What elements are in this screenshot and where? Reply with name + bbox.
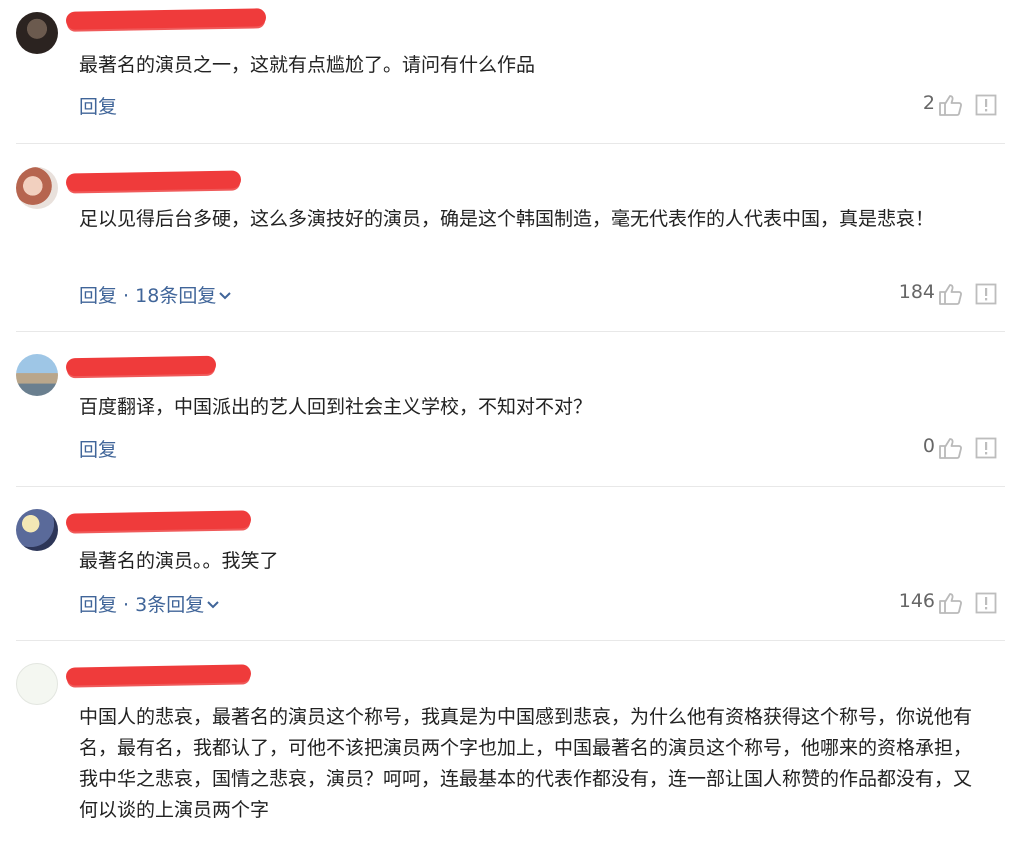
report-icon[interactable] [975, 283, 997, 305]
reply-button[interactable]: 回复 · 3条回复 [79, 590, 220, 617]
report-icon[interactable] [975, 94, 997, 116]
thumbs-up-icon[interactable] [937, 281, 963, 307]
comment-text: 足以见得后台多硬，这么多演技好的演员，确是这个韩国制造，毫无代表作的人代表中国，… [79, 208, 935, 230]
reply-label: 回复 [79, 285, 118, 307]
comment-text: 百度翻译，中国派出的艺人回到社会主义学校，不知对不对？ [79, 396, 593, 418]
comment-text: 中国人的悲哀，最著名的演员这个称号，我真是为中国感到悲哀，为什么他有资格获得这个… [79, 706, 973, 821]
view-replies-link[interactable]: 18条回复 [135, 285, 216, 307]
report-icon[interactable] [975, 592, 997, 614]
reply-label: 回复 [79, 439, 118, 461]
redacted-author-name [65, 355, 217, 377]
view-replies-link[interactable]: 3条回复 [135, 594, 204, 616]
avatar[interactable] [16, 354, 58, 396]
comment-footer: 回复 · 3条回复 146 [79, 590, 997, 616]
comment-list: 最著名的演员之一，这就有点尴尬了。请问有什么作品 回复 2 足以见得后台多硬，这… [0, 0, 1011, 844]
like-count: 184 [898, 281, 935, 303]
thumbs-up-icon[interactable] [937, 92, 963, 118]
divider [16, 143, 1005, 144]
comment-text: 最著名的演员之一，这就有点尴尬了。请问有什么作品 [79, 54, 536, 76]
chevron-down-icon[interactable] [206, 598, 220, 612]
avatar[interactable] [16, 663, 58, 705]
thumbs-up-icon[interactable] [937, 435, 963, 461]
comment-footer: 回复 0 [79, 435, 997, 461]
comment-text: 最著名的演员。。我笑了 [79, 550, 279, 572]
separator-dot: · [117, 285, 136, 307]
reply-label: 回复 [79, 594, 118, 616]
like-count: 146 [898, 590, 935, 612]
chevron-down-icon[interactable] [218, 289, 232, 303]
separator-dot: · [117, 594, 136, 616]
avatar[interactable] [16, 167, 58, 209]
like-count: 2 [922, 92, 935, 114]
reply-label: 回复 [79, 96, 118, 118]
redacted-author-name [65, 664, 252, 686]
thumbs-up-icon[interactable] [937, 590, 963, 616]
divider [16, 486, 1005, 487]
redacted-author-name [65, 8, 267, 30]
comment-footer: 回复 · 18条回复 184 [79, 281, 997, 307]
report-icon[interactable] [975, 437, 997, 459]
like-count: 0 [922, 435, 935, 457]
reply-button[interactable]: 回复 [79, 435, 117, 462]
redacted-author-name [65, 510, 252, 532]
avatar[interactable] [16, 12, 58, 54]
avatar[interactable] [16, 509, 58, 551]
reply-button[interactable]: 回复 [79, 92, 117, 119]
comment-footer: 回复 2 [79, 92, 997, 118]
reply-button[interactable]: 回复 · 18条回复 [79, 281, 232, 308]
divider [16, 640, 1005, 641]
redacted-author-name [65, 170, 242, 192]
divider [16, 331, 1005, 332]
